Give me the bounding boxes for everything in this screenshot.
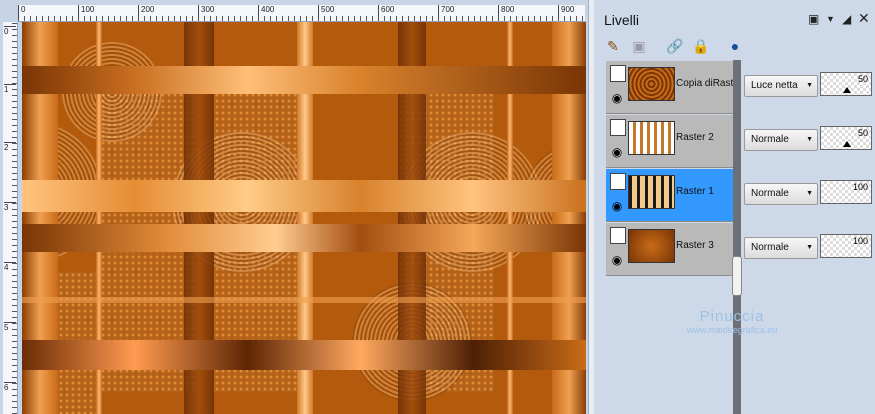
blend-mode-select[interactable]: Normale ▼ (744, 129, 818, 151)
blend-mode-select[interactable]: Normale ▼ (744, 183, 818, 205)
ruler-mark: 700 (438, 5, 454, 19)
eye-icon[interactable]: ◉ (609, 91, 625, 105)
ruler-mark: 1 (4, 84, 16, 94)
pin-icon[interactable]: ◢ (842, 12, 851, 26)
document-icon (610, 227, 626, 244)
new-mask-layer-icon[interactable]: ▣ (630, 37, 648, 55)
ruler-mark: 0 (4, 26, 16, 36)
layer-row-raster-3[interactable]: ◉ Raster 3 (606, 223, 736, 276)
blend-mode-select[interactable]: Normale ▼ (744, 237, 818, 259)
watermark-url: www.maidiregrafica.eu (686, 325, 778, 335)
ruler-mark: 100 (78, 5, 94, 19)
opacity-slider[interactable]: 50 (820, 126, 872, 150)
vertical-ruler: 0 1 2 3 4 5 6 (3, 22, 18, 414)
ruler-mark: 600 (378, 5, 394, 19)
panel-header: Livelli ▣ ▼ ◢ ✕ (594, 0, 875, 28)
blend-mode-select[interactable]: Luce netta ▼ (744, 75, 818, 97)
layer-thumbnail (628, 175, 675, 209)
eye-icon[interactable]: ◉ (609, 253, 625, 267)
opacity-slider[interactable]: 100 (820, 180, 872, 204)
layers-scrollbar[interactable] (732, 60, 742, 414)
layer-row-copia[interactable]: ◉ Copia diRaste (606, 61, 739, 114)
ruler-mark: 300 (198, 5, 214, 19)
link-icon[interactable]: 🔗 (666, 37, 684, 55)
ruler-mark: 5 (4, 322, 16, 332)
ruler-mark: 500 (318, 5, 334, 19)
ruler-mark: 0 (18, 5, 25, 19)
mask-icon[interactable]: ● (726, 37, 744, 55)
ruler-mark: 200 (138, 5, 154, 19)
watermark-name: Pinuccia (699, 308, 765, 325)
lock-icon[interactable]: 🔒 (692, 37, 710, 55)
layer-row-raster-2[interactable]: ◉ Raster 2 (606, 115, 736, 168)
ruler-mark: 900 (558, 5, 574, 19)
ruler-mark: 3 (4, 202, 16, 212)
slider-handle[interactable] (843, 141, 851, 147)
chevron-down-icon: ▼ (806, 82, 813, 89)
ruler-mark: 800 (498, 5, 514, 19)
ruler-mark: 400 (258, 5, 274, 19)
scrollbar-thumb[interactable] (732, 256, 742, 296)
ruler-mark: 4 (4, 262, 16, 272)
chevron-down-icon: ▼ (806, 190, 813, 197)
horizontal-band (22, 66, 586, 94)
horizontal-band (22, 224, 586, 252)
canvas-area[interactable]: 0 100 200 300 400 500 600 700 800 900 0 … (0, 0, 592, 414)
eye-icon[interactable]: ◉ (609, 145, 625, 159)
opacity-slider[interactable]: 100 (820, 234, 872, 258)
layer-name: Copia diRaste (676, 78, 739, 89)
document-icon (610, 65, 626, 82)
layers-toolbar: ✎ ▣ 🔗 🔒 ● (594, 34, 875, 60)
layer-thumbnail (628, 121, 675, 155)
horizontal-band (22, 340, 586, 370)
panel-title: Livelli (604, 12, 640, 28)
layer-controls: Normale ▼ 100 (744, 169, 874, 221)
horizontal-ruler: 0 100 200 300 400 500 600 700 800 900 (18, 5, 585, 22)
document-icon (610, 119, 626, 136)
layer-controls: Normale ▼ 100 (744, 223, 874, 275)
image-canvas[interactable] (22, 22, 586, 414)
watermark: Pinuccia www.maidiregrafica.eu (672, 308, 792, 335)
layer-controls: Luce netta ▼ 50 (744, 61, 874, 113)
close-icon[interactable]: ✕ (858, 10, 870, 27)
restore-icon[interactable]: ▣ (808, 12, 819, 26)
layer-name: Raster 3 (676, 240, 714, 251)
chevron-down-icon: ▼ (806, 136, 813, 143)
horizontal-band (22, 297, 586, 303)
horizontal-band (22, 180, 586, 212)
new-raster-layer-icon[interactable]: ✎ (604, 37, 622, 55)
dropdown-icon[interactable]: ▼ (826, 14, 835, 24)
layer-thumbnail (628, 229, 675, 263)
layer-thumbnail (628, 67, 675, 101)
ruler-mark: 2 (4, 142, 16, 152)
eye-icon[interactable]: ◉ (609, 199, 625, 213)
ruler-mark: 6 (4, 382, 16, 392)
layer-controls: Normale ▼ 50 (744, 115, 874, 167)
opacity-slider[interactable]: 50 (820, 72, 872, 96)
chevron-down-icon: ▼ (806, 244, 813, 251)
layer-name: Raster 2 (676, 132, 714, 143)
slider-handle[interactable] (843, 87, 851, 93)
layer-row-raster-1[interactable]: ◉ Raster 1 (606, 169, 736, 222)
document-icon (610, 173, 626, 190)
layer-name: Raster 1 (676, 186, 714, 197)
